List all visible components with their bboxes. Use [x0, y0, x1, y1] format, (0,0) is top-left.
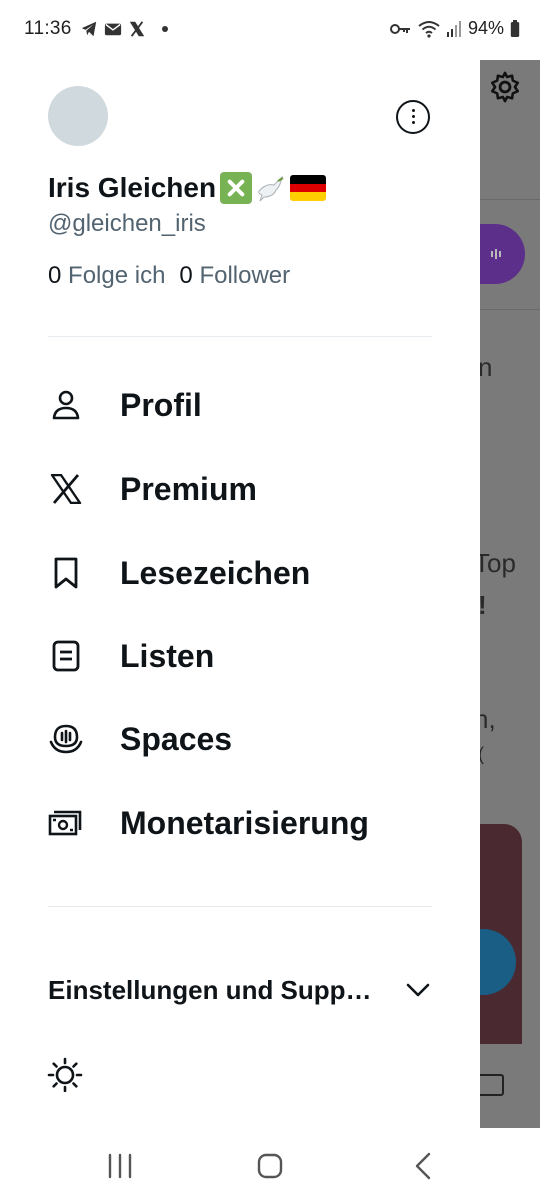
mail-icon: [104, 23, 122, 36]
vpn-key-icon: [389, 23, 410, 34]
background-timeline-overlay[interactable]: n Top ! n, (: [480, 44, 540, 1128]
bg-text-fragment: !: [480, 590, 487, 621]
menu-item-monetarisierung[interactable]: Monetarisierung: [0, 788, 480, 858]
menu-label: Premium: [120, 470, 257, 507]
bg-messages-icon: [480, 1074, 504, 1096]
followers-label: Follower: [199, 262, 291, 289]
menu-item-premium[interactable]: Premium: [0, 454, 480, 524]
avatar[interactable]: [48, 86, 108, 146]
x-icon: [129, 21, 145, 37]
money-icon: [48, 805, 84, 841]
gear-icon: [490, 71, 520, 103]
spaces-icon: [48, 721, 84, 757]
battery-icon: [510, 19, 520, 37]
telegram-icon: [81, 21, 97, 37]
battery-percent: 94%: [467, 18, 504, 38]
chevron-down-icon: [406, 983, 430, 997]
bg-divider: [480, 199, 540, 200]
more-dot: [411, 120, 416, 125]
back-icon[interactable]: [408, 1150, 440, 1182]
bookmark-icon: [48, 555, 84, 591]
profile-handle[interactable]: @gleichen_iris: [48, 210, 206, 238]
following-count: 0: [48, 262, 62, 289]
menu-label: Monetarisierung: [120, 804, 369, 841]
menu-label: Spaces: [120, 720, 233, 757]
spaces-bars-icon: [491, 249, 501, 259]
followers-link[interactable]: 0 Follower: [179, 262, 290, 290]
followers-count: 0: [179, 262, 193, 289]
more-options-button[interactable]: [396, 100, 430, 134]
sun-icon[interactable]: [46, 1054, 84, 1092]
dot-icon: [162, 26, 168, 32]
menu-item-lesezeichen[interactable]: Lesezeichen: [0, 538, 480, 608]
system-navigation-bar: [0, 1128, 540, 1200]
status-time: 11:36: [24, 18, 72, 39]
bg-divider: [480, 309, 540, 310]
home-icon[interactable]: [254, 1150, 286, 1182]
status-bar: 11:36 94%: [0, 0, 540, 60]
bg-text-fragment: Top: [480, 548, 516, 578]
profile-display-name[interactable]: Iris Gleichen: [48, 172, 327, 204]
menu-label: Profil: [120, 386, 202, 423]
divider: [48, 906, 432, 907]
cross-mark-emoji: [220, 172, 253, 204]
list-icon: [48, 638, 84, 674]
germany-flag-emoji: [290, 175, 327, 201]
menu-label: Lesezeichen: [120, 554, 311, 591]
recent-apps-icon[interactable]: [104, 1150, 136, 1182]
following-label: Folge ich: [68, 262, 166, 289]
wifi-icon: [418, 20, 440, 38]
more-dot: [411, 114, 416, 119]
notification-icons: [80, 20, 168, 38]
menu-item-spaces[interactable]: Spaces: [0, 704, 480, 774]
more-dot: [411, 108, 416, 113]
x-logo-icon: [48, 471, 84, 507]
system-icons: 94%: [389, 18, 520, 39]
bg-text-fragment: n: [480, 352, 493, 382]
bg-text-fragment: (: [480, 744, 484, 765]
name-emoji-group: [220, 172, 327, 204]
dove-emoji: [258, 175, 284, 202]
divider: [48, 336, 432, 337]
menu-item-profil[interactable]: Profil: [0, 370, 480, 440]
settings-and-support-toggle[interactable]: Einstellungen und Supp…: [48, 968, 432, 1012]
navigation-drawer: Iris Gleichen @gleichen_iris 0 Folge ich…: [0, 44, 480, 1128]
follow-stats: 0 Folge ich 0 Follower: [48, 262, 290, 290]
signal-icon: [446, 20, 461, 37]
menu-item-listen[interactable]: Listen: [0, 621, 480, 691]
display-name-text: Iris Gleichen: [48, 172, 217, 203]
person-icon: [48, 387, 84, 423]
settings-label: Einstellungen und Supp…: [48, 974, 372, 1005]
menu-label: Listen: [120, 637, 215, 674]
following-link[interactable]: 0 Folge ich: [48, 262, 165, 290]
bg-text-fragment: n,: [480, 704, 496, 734]
bg-spaces-bubble: [480, 224, 525, 284]
